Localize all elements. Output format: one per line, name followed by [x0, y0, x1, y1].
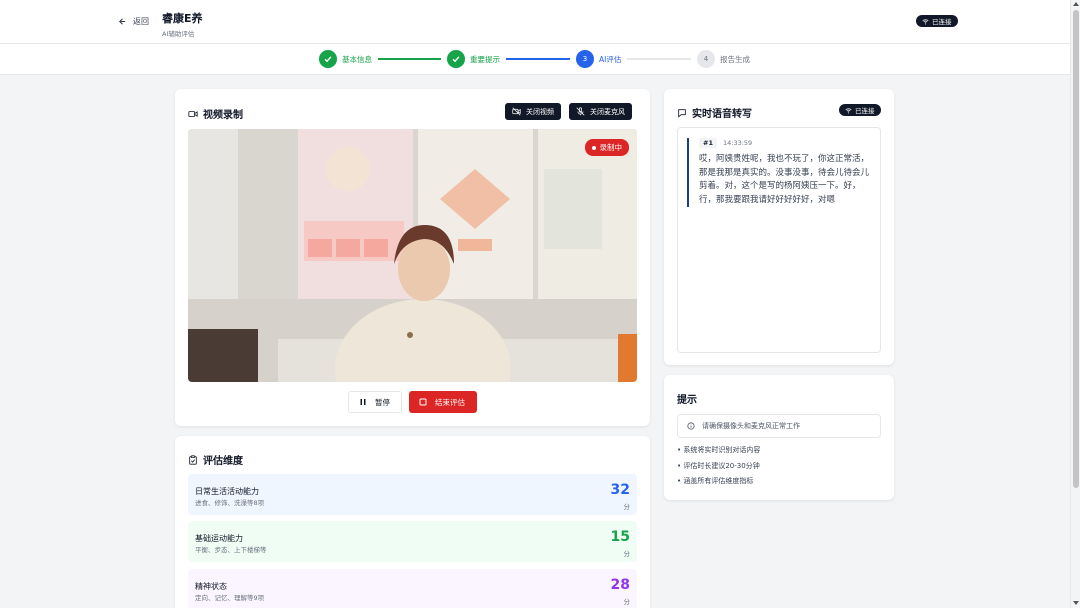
step-connector	[627, 58, 691, 60]
close-mic-button[interactable]: 关闭麦克风	[569, 103, 632, 120]
tips-list-item: • 评估时长建议20-30分钟	[677, 461, 760, 470]
dimension-name: 精神状态	[195, 582, 227, 591]
dimensions-card-title: 评估维度	[203, 456, 243, 467]
assessment-dimensions-card: 评估维度 日常生活活动能力 进食、修饰、洗澡等8项 32 分 基础运动能力 平衡…	[175, 436, 650, 608]
info-icon	[687, 422, 695, 430]
pause-label: 暂停	[375, 397, 390, 407]
recording-label: 录制中	[599, 143, 623, 152]
step-number: 3	[576, 50, 594, 68]
dimension-item[interactable]: 基础运动能力 平衡、步态、上下楼梯等 15 分	[188, 521, 637, 562]
pause-button[interactable]: 暂停	[348, 391, 402, 413]
step-report: 4 报告生成	[697, 50, 750, 68]
end-assessment-label: 结束评估	[435, 397, 465, 407]
dimension-item[interactable]: 精神状态 定向、记忆、理解等9项 28 分	[188, 569, 637, 608]
progress-stepper: 基本信息 重要提示 3 AI评估 4 报告生成	[0, 44, 1070, 75]
video-recording-card: 视频录制 关闭视频 关闭麦克风 录制中 暂停 结束评估	[175, 89, 650, 426]
top-bar: 返回 睿康E养 AI辅助评估 已连接	[0, 0, 1070, 44]
transcript-card-header: 实时语音转写	[677, 105, 752, 120]
step-label: 报告生成	[720, 54, 750, 64]
tips-list-item: • 涵盖所有评估维度指标	[677, 477, 754, 485]
back-button[interactable]: 返回	[118, 16, 149, 27]
connection-label: 已连接	[932, 18, 952, 26]
dimension-desc: 平衡、步态、上下楼梯等	[195, 546, 267, 554]
step-check-icon	[319, 50, 337, 68]
chat-bubble-icon	[678, 108, 686, 118]
close-video-button[interactable]: 关闭视频	[505, 103, 561, 120]
dimension-desc: 定向、记忆、理解等9项	[195, 594, 265, 602]
wifi-icon	[922, 18, 929, 24]
video-card-header: 视频录制	[188, 106, 243, 121]
dimension-unit: 分	[623, 550, 631, 558]
transcript-entry: #1 14:33:59 哎，阿姨贵姓呢，我也不玩了，你这正常活，那是我那是真实的…	[687, 138, 873, 207]
step-ai-assessment: 3 AI评估	[576, 50, 621, 68]
recording-dot-icon	[591, 145, 596, 150]
tips-list: • 系统将实时识别对话内容 • 评估时长建议20-30分钟 • 涵盖所有评估维度…	[677, 445, 760, 492]
recording-badge: 录制中	[584, 139, 629, 156]
dimension-item[interactable]: 日常生活活动能力 进食、修饰、洗澡等8项 32 分	[188, 474, 637, 515]
transcript-entry-header: #1 14:33:59	[699, 138, 873, 148]
step-connector	[506, 58, 570, 60]
transcript-entry-number: #1	[699, 138, 717, 148]
scroll-down-arrow-icon[interactable]	[1073, 601, 1079, 605]
step-label: 基本信息	[342, 54, 372, 64]
tips-list-item: • 系统将实时识别对话内容	[677, 446, 761, 454]
arrow-left-icon	[119, 18, 126, 25]
scroll-up-arrow-icon[interactable]	[1073, 2, 1079, 6]
video-card-title: 视频录制	[203, 110, 243, 121]
transcript-card-title: 实时语音转写	[692, 109, 752, 120]
dimension-name: 日常生活活动能力	[195, 487, 259, 496]
step-label: AI评估	[599, 54, 622, 64]
step-label: 重要提示	[470, 54, 500, 64]
close-video-label: 关闭视频	[526, 107, 554, 116]
live-transcript-card: 实时语音转写 已连接 #1 14:33:59 哎，阿姨贵姓呢，我也不玩了，你这正…	[664, 89, 894, 365]
step-connector	[378, 58, 441, 60]
app-title: 睿康E养	[162, 12, 203, 25]
step-basic-info: 基本信息	[319, 50, 372, 68]
app-subtitle: AI辅助评估	[162, 30, 195, 38]
end-assessment-button[interactable]: 结束评估	[409, 391, 477, 413]
clipboard-check-icon	[189, 454, 197, 465]
dimension-desc: 进食、修饰、洗澡等8项	[195, 499, 265, 507]
mic-off-icon	[576, 107, 585, 116]
dimension-unit: 分	[623, 503, 631, 511]
camera-frame-image	[188, 129, 637, 382]
tips-card: 提示 请确保摄像头和麦克风正常工作 • 系统将实时识别对话内容 • 评估时长建议…	[664, 375, 894, 500]
transcript-panel[interactable]: #1 14:33:59 哎，阿姨贵姓呢，我也不玩了，你这正常活，那是我那是真实的…	[677, 127, 881, 353]
dimension-unit: 分	[623, 598, 631, 606]
back-label: 返回	[133, 17, 149, 26]
dimension-name: 基础运动能力	[195, 534, 243, 543]
connection-badge: 已连接	[916, 15, 958, 27]
close-mic-label: 关闭麦克风	[590, 107, 625, 116]
transcript-entry-text: 哎，阿姨贵姓呢，我也不玩了，你这正常活，那是我那是真实的。没事没事，待会儿待会儿…	[699, 154, 870, 205]
transcript-entry-time: 14:33:59	[722, 139, 753, 147]
dimension-score: 15	[610, 529, 630, 545]
brand: 睿康E养 AI辅助评估	[162, 10, 203, 38]
step-important-notice: 重要提示	[447, 50, 500, 68]
video-off-icon	[512, 107, 521, 116]
step-number: 4	[697, 50, 715, 68]
video-feed[interactable]: 录制中	[188, 129, 637, 382]
tips-notice-text: 请确保摄像头和麦克风正常工作	[702, 422, 800, 430]
connection-label: 已连接	[855, 107, 875, 115]
transcript-connection-badge: 已连接	[839, 104, 881, 116]
step-check-icon	[447, 50, 465, 68]
tips-notice: 请确保摄像头和麦克风正常工作	[677, 414, 881, 438]
video-camera-icon	[188, 110, 198, 117]
wifi-icon	[845, 107, 852, 113]
stop-icon	[419, 398, 427, 406]
dimension-score: 32	[610, 482, 630, 498]
dimensions-card-header: 评估维度	[188, 452, 243, 467]
page-scrollbar[interactable]	[1070, 0, 1080, 608]
pause-icon	[360, 399, 366, 405]
dimension-score: 28	[610, 577, 630, 593]
scrollbar-thumb[interactable]	[1073, 10, 1079, 488]
tips-card-title: 提示	[677, 395, 697, 406]
